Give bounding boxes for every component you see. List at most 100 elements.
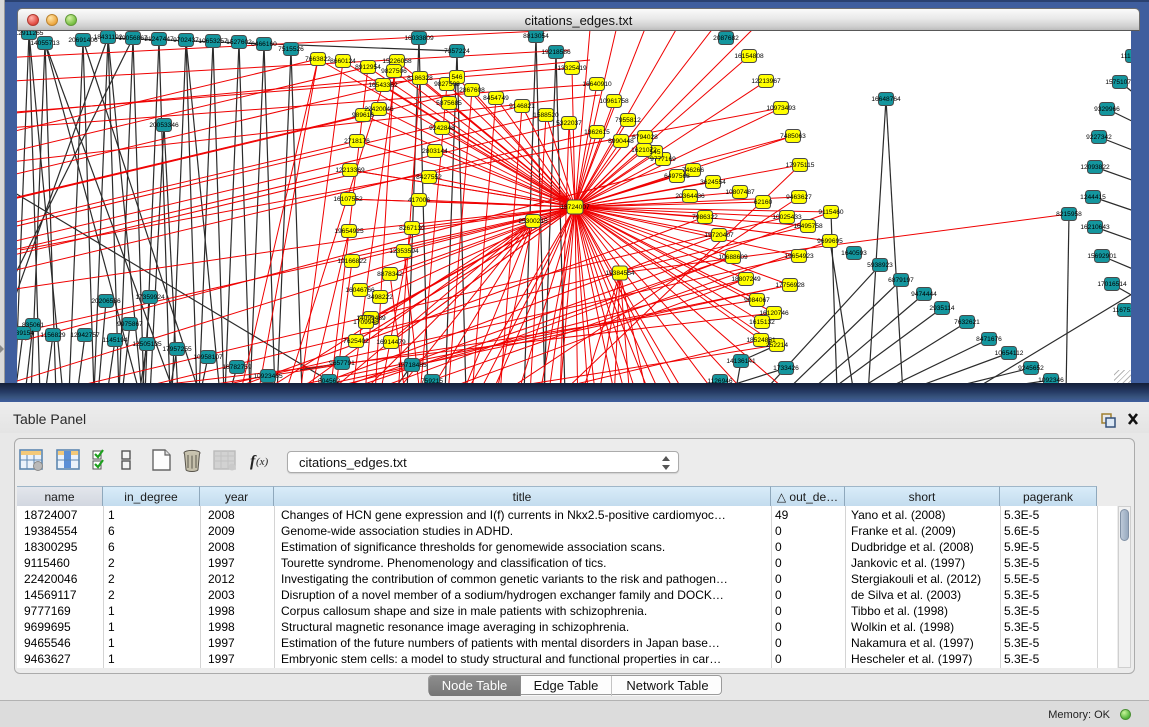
svg-text:1527602: 1527602	[226, 39, 252, 46]
svg-text:9975867: 9975867	[117, 321, 143, 328]
svg-text:7625402: 7625402	[343, 338, 369, 345]
svg-text:17016514: 17016514	[1097, 281, 1127, 288]
svg-text:12505135: 12505135	[132, 341, 162, 348]
svg-text:10807487: 10807487	[725, 189, 755, 196]
svg-text:1709948: 1709948	[353, 319, 379, 326]
svg-text:15226058: 15226058	[382, 58, 412, 65]
svg-text:939154: 939154	[17, 330, 34, 337]
svg-text:1588520: 1588520	[533, 112, 559, 119]
svg-text:9329966: 9329966	[1094, 106, 1120, 113]
svg-text:2718176: 2718176	[344, 138, 370, 145]
svg-text:5875685: 5875685	[436, 100, 462, 107]
svg-text:8990448: 8990448	[608, 138, 634, 145]
svg-text:16154808: 16154808	[734, 53, 764, 60]
svg-text:15751074: 15751074	[1105, 79, 1131, 86]
svg-text:9777169: 9777169	[650, 156, 676, 163]
svg-text:16648764: 16648764	[871, 96, 901, 103]
svg-text:62160: 62160	[754, 199, 773, 206]
svg-text:5938923: 5938923	[867, 262, 893, 269]
svg-text:12353594: 12353594	[389, 248, 419, 255]
svg-text:1145194: 1145194	[102, 337, 128, 344]
svg-text:8215958: 8215958	[1056, 211, 1082, 218]
svg-text:16640910: 16640910	[582, 81, 612, 88]
svg-text:7955812: 7955812	[615, 117, 641, 124]
svg-text:1112473: 1112473	[1121, 53, 1131, 60]
svg-text:18807249: 18807249	[731, 276, 761, 283]
svg-text:1362615: 1362615	[584, 129, 610, 136]
svg-text:7986322: 7986322	[692, 214, 718, 221]
svg-text:16543362: 16543362	[368, 82, 398, 89]
svg-text:6497568: 6497568	[664, 173, 690, 180]
svg-text:252214: 252214	[766, 342, 788, 349]
svg-text:10958107: 10958107	[193, 354, 223, 361]
svg-text:9657791: 9657791	[329, 360, 355, 367]
svg-text:417006: 417006	[408, 197, 430, 204]
svg-text:25300215: 25300215	[518, 218, 548, 225]
svg-text:20206536: 20206536	[91, 298, 121, 305]
svg-text:9146821: 9146821	[509, 103, 535, 110]
svg-text:16914479: 16914479	[376, 339, 406, 346]
svg-text:2935114: 2935114	[929, 305, 955, 312]
svg-text:9463627: 9463627	[786, 194, 812, 201]
svg-text:8878342: 8878342	[377, 271, 403, 278]
svg-text:9702437: 9702437	[173, 37, 199, 44]
svg-text:12942757: 12942757	[70, 332, 100, 339]
svg-text:15692901: 15692901	[1087, 253, 1117, 260]
svg-text:16107552: 16107552	[333, 196, 363, 203]
svg-text:9115460: 9115460	[818, 209, 844, 216]
svg-text:7485063: 7485063	[780, 133, 806, 140]
svg-text:1156829: 1156829	[40, 332, 66, 339]
svg-text:12093822: 12093822	[1080, 164, 1110, 171]
svg-text:19654923: 19654923	[784, 253, 814, 260]
svg-text:1167534: 1167534	[1112, 307, 1131, 314]
svg-text:7515526: 7515526	[278, 46, 304, 53]
svg-text:8186328: 8186328	[407, 75, 433, 82]
svg-text:6794028: 6794028	[632, 134, 658, 141]
svg-text:19384554: 19384554	[605, 270, 635, 277]
svg-text:10688609: 10688609	[718, 254, 748, 261]
svg-text:17359924: 17359924	[135, 294, 165, 301]
svg-text:8454749: 8454749	[483, 95, 509, 102]
svg-text:5322037: 5322037	[556, 120, 582, 127]
svg-text:989616: 989616	[352, 112, 374, 119]
svg-text:18724007: 18724007	[560, 204, 590, 211]
svg-text:7357224: 7357224	[444, 48, 470, 55]
svg-text:21247447: 21247447	[144, 36, 174, 43]
svg-text:1733426: 1733426	[773, 365, 799, 372]
svg-text:8660124: 8660124	[330, 58, 356, 65]
svg-text:(x): (x)	[256, 456, 269, 468]
svg-text:12911265: 12911265	[17, 31, 44, 37]
svg-text:10961758: 10961758	[599, 98, 629, 105]
svg-text:8427552: 8427552	[416, 174, 442, 181]
svg-text:16033809: 16033809	[404, 35, 434, 42]
svg-text:1621072: 1621072	[631, 147, 657, 154]
svg-text:1640593: 1640593	[841, 250, 867, 257]
svg-text:14136141: 14136141	[726, 358, 756, 365]
svg-text:19654925: 19654925	[334, 228, 364, 235]
svg-text:17975115: 17975115	[786, 162, 815, 169]
svg-text:14055713: 14055713	[30, 40, 60, 47]
svg-text:20053346: 20053346	[149, 122, 179, 129]
svg-text:9084067: 9084067	[744, 297, 770, 304]
svg-text:3624554: 3624554	[700, 179, 726, 186]
svg-text:10923465: 10923465	[253, 373, 283, 380]
svg-text:10025433: 10025433	[772, 214, 802, 221]
svg-text:16046766: 16046766	[345, 287, 375, 294]
svg-text:8912954: 8912954	[355, 64, 381, 71]
svg-text:8471676: 8471676	[976, 336, 1002, 343]
svg-text:1615132: 1615132	[749, 319, 775, 326]
svg-text:8267130: 8267130	[399, 225, 425, 232]
svg-text:9827508: 9827508	[434, 81, 460, 88]
svg-text:19166822: 19166822	[337, 258, 367, 265]
svg-text:9227342: 9227342	[1086, 134, 1112, 141]
svg-text:16782759: 16782759	[222, 364, 252, 371]
svg-text:16495758: 16495758	[793, 223, 823, 230]
svg-text:6466160: 6466160	[251, 41, 277, 48]
svg-text:19218586: 19218586	[541, 49, 571, 56]
svg-text:15718485: 15718485	[397, 362, 427, 369]
svg-text:12213369: 12213369	[335, 167, 365, 174]
svg-text:15720407: 15720407	[704, 232, 734, 239]
svg-text:3498222: 3498222	[367, 294, 393, 301]
svg-text:8813054: 8813054	[523, 33, 549, 40]
svg-text:6879197: 6879197	[888, 277, 914, 284]
